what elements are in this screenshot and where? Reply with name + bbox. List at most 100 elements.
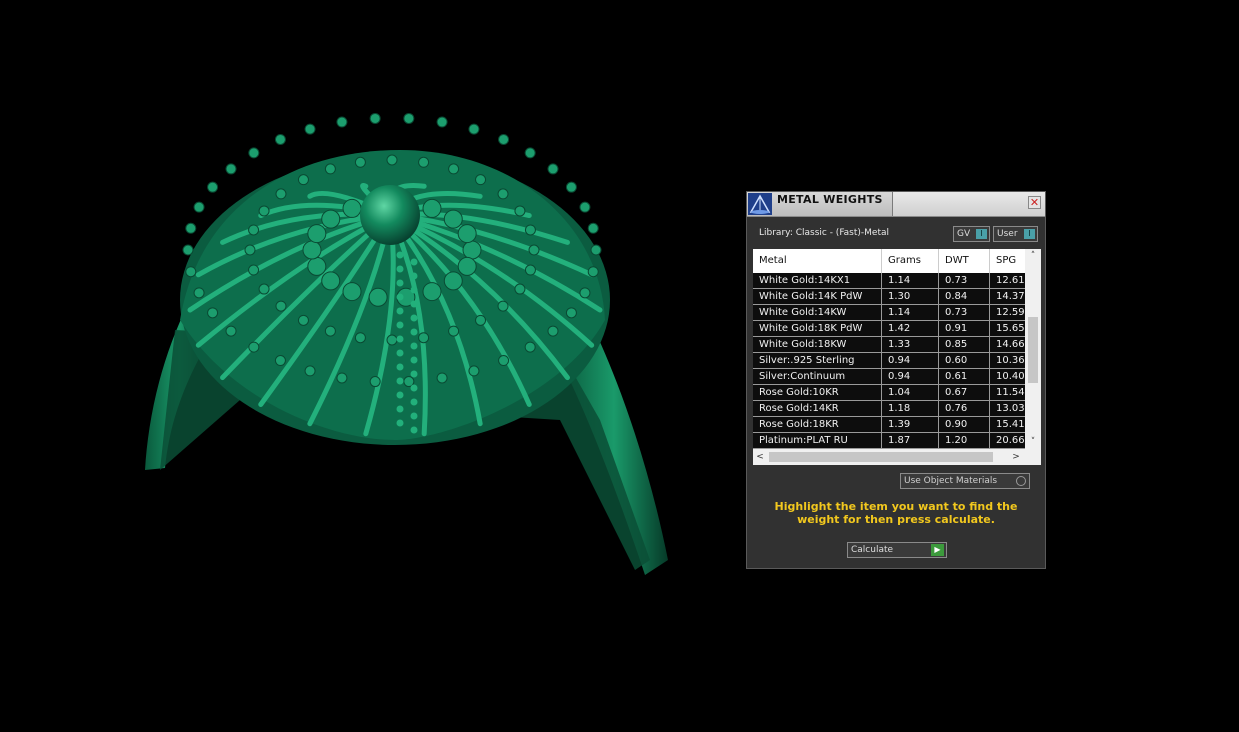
table-row[interactable]: White Gold:14KW 1.14 0.73 12.59 <box>753 305 1025 321</box>
ring-bead <box>225 163 237 175</box>
scroll-left-icon[interactable]: < <box>753 449 767 465</box>
3d-viewport[interactable] <box>0 0 1239 732</box>
metal-cell: White Gold:14KX1 <box>753 273 882 288</box>
user-toggle-label: User <box>997 229 1018 239</box>
ring-bead <box>498 355 510 367</box>
vertical-scrollbar[interactable]: ˄ ˅ <box>1025 249 1041 449</box>
table-body: White Gold:14KX1 1.14 0.73 12.61 White Gold:… <box>753 273 1025 449</box>
ring-bead <box>410 328 418 336</box>
title-tab[interactable]: METAL WEIGHTS <box>747 192 893 216</box>
panel-title: METAL WEIGHTS <box>777 193 883 206</box>
ring-bead <box>422 282 442 302</box>
table-row[interactable]: Silver:Continuum 0.94 0.61 10.40 <box>753 369 1025 385</box>
ring-bead <box>354 156 366 168</box>
table-row[interactable]: White Gold:18KW 1.33 0.85 14.66 <box>753 337 1025 353</box>
table-row[interactable]: Rose Gold:10KR 1.04 0.67 11.54 <box>753 385 1025 401</box>
spg-cell: 15.65 <box>996 323 1025 334</box>
scroll-up-icon[interactable]: ˄ <box>1025 249 1041 263</box>
ring-bead <box>448 325 460 337</box>
dwt-cell: 0.73 <box>939 305 990 320</box>
ring-bead <box>443 271 463 291</box>
table-row[interactable]: Rose Gold:14KR 1.18 0.76 13.03 <box>753 401 1025 417</box>
ring-bead <box>248 224 260 236</box>
ring-bead <box>321 271 341 291</box>
table-header: Metal Grams DWT SPG <box>753 249 1025 274</box>
ring-bead <box>297 314 309 326</box>
table-row[interactable]: White Gold:14KX1 1.14 0.73 12.61 <box>753 273 1025 289</box>
vertical-scroll-thumb[interactable] <box>1028 317 1038 383</box>
spg-cell: 14.37 <box>996 291 1025 302</box>
ring-bead <box>321 209 341 229</box>
ring-bead <box>436 116 448 128</box>
spg-cell: 12.61 <box>996 275 1025 286</box>
dwt-cell: 0.84 <box>939 289 990 304</box>
ring-bead <box>547 325 559 337</box>
column-header-dwt[interactable]: DWT <box>939 249 990 273</box>
ring-bead <box>396 377 404 385</box>
scroll-right-icon[interactable]: > <box>1009 449 1023 465</box>
ring-bead <box>418 332 430 344</box>
ring-bead <box>410 272 418 280</box>
table-row[interactable]: Rose Gold:18KR 1.39 0.90 15.41 <box>753 417 1025 433</box>
ring-bead <box>185 222 197 234</box>
ring-bead <box>396 391 404 399</box>
ring-bead <box>422 198 442 218</box>
ring-bead <box>468 365 480 377</box>
ring-bead <box>386 334 398 346</box>
horizontal-scroll-thumb[interactable] <box>769 452 993 462</box>
ring-bead <box>307 256 327 276</box>
calculate-label: Calculate <box>851 545 894 555</box>
column-header-spg[interactable]: SPG <box>990 249 1025 273</box>
user-toggle[interactable]: User I <box>993 226 1038 242</box>
ring-bead <box>368 287 388 307</box>
panel-titlebar[interactable]: METAL WEIGHTS ✕ <box>747 192 1045 217</box>
ring-bead <box>274 133 286 145</box>
spg-cell: 10.40 <box>996 371 1025 382</box>
ring-bead <box>410 342 418 350</box>
ring-bead <box>410 412 418 420</box>
ring-bead <box>443 209 463 229</box>
ring-bead <box>524 147 536 159</box>
ring-bead <box>579 201 591 213</box>
scroll-down-icon[interactable]: ˅ <box>1025 435 1041 449</box>
ring-bead <box>410 258 418 266</box>
ring-bead <box>396 307 404 315</box>
ring-bead <box>248 264 260 276</box>
ring-bead <box>396 363 404 371</box>
ring-model[interactable] <box>145 112 668 575</box>
ring-bead <box>336 116 348 128</box>
ring-bead <box>410 356 418 364</box>
ring-bead <box>369 112 381 124</box>
ring-bead <box>410 314 418 322</box>
column-header-grams[interactable]: Grams <box>882 249 939 273</box>
metal-cell: Platinum:PLAT RU <box>753 433 882 448</box>
ring-bead <box>396 265 404 273</box>
ring-bead <box>396 293 404 301</box>
use-object-materials-toggle[interactable]: Use Object Materials <box>900 473 1030 489</box>
dwt-cell: 0.76 <box>939 401 990 416</box>
horizontal-scrollbar[interactable]: < > <box>753 449 1041 465</box>
gv-toggle[interactable]: GV I <box>953 226 990 242</box>
ring-bead <box>258 283 270 295</box>
ring-bead <box>248 147 260 159</box>
ring-bead <box>565 181 577 193</box>
metal-cell: Silver:Continuum <box>753 369 882 384</box>
table-row[interactable]: White Gold:18K PdW 1.42 0.91 15.65 <box>753 321 1025 337</box>
dwt-cell: 0.85 <box>939 337 990 352</box>
table-row[interactable]: Silver:.925 Sterling 0.94 0.60 10.36 <box>753 353 1025 369</box>
use-object-materials-label: Use Object Materials <box>904 476 998 486</box>
toggle-knob-icon: I <box>976 229 987 239</box>
close-icon[interactable]: ✕ <box>1028 196 1041 209</box>
ring-bead <box>457 256 477 276</box>
table-row[interactable]: Platinum:PLAT RU 1.87 1.20 20.66 <box>753 433 1025 449</box>
ring-bead <box>386 154 398 166</box>
metal-table: Metal Grams DWT SPG White Gold:14KX1 1.14… <box>753 249 1041 465</box>
table-row[interactable]: White Gold:14K PdW 1.30 0.84 14.37 <box>753 289 1025 305</box>
ring-bead <box>342 198 362 218</box>
column-header-metal[interactable]: Metal <box>753 249 882 273</box>
ring-bead <box>307 224 327 244</box>
spg-cell: 11.54 <box>996 387 1025 398</box>
grams-cell: 0.94 <box>882 353 939 368</box>
calculate-button[interactable]: Calculate ▶ <box>847 542 947 558</box>
spg-cell: 20.66 <box>996 435 1025 446</box>
